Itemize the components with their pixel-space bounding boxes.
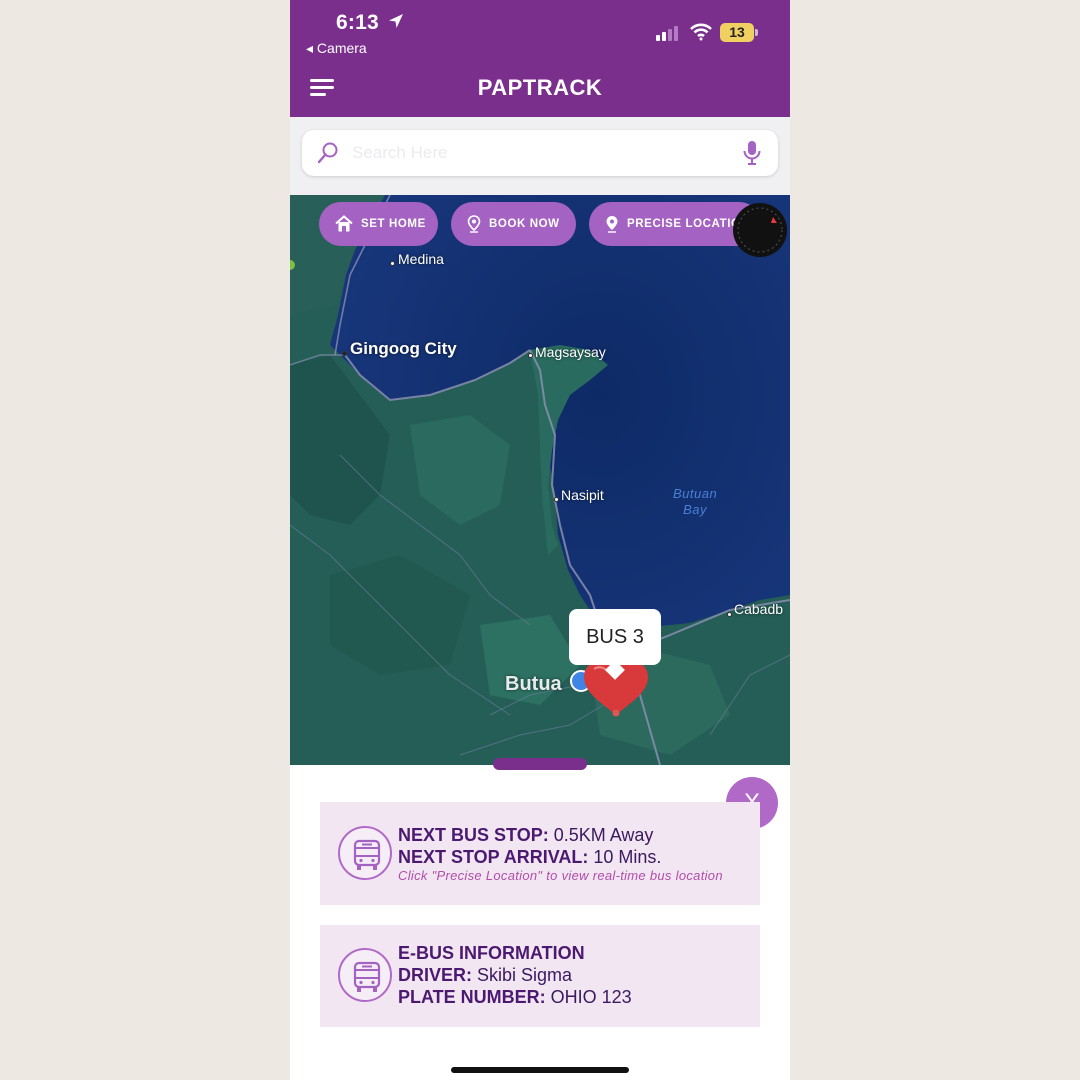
battery-tip [755, 29, 758, 36]
home-indicator[interactable] [451, 1067, 629, 1073]
place-label-butuan-bay: Butuan Bay [673, 486, 717, 518]
next-stop-card: NEXT BUS STOP: 0.5KM Away NEXT STOP ARRI… [320, 802, 760, 905]
place-label-nasipit: Nasipit [561, 487, 604, 503]
map-view[interactable]: SET HOME BOOK NOW PRECISE LOCATION Medin… [290, 195, 790, 765]
book-now-label: BOOK NOW [489, 218, 560, 230]
place-label-gingoog: Gingoog City [350, 339, 457, 358]
plate-number-line: PLATE NUMBER: OHIO 123 [398, 987, 632, 1008]
bus-icon [338, 826, 392, 880]
next-stop-arrival-line: NEXT STOP ARRIVAL: 10 Mins. [398, 847, 661, 868]
search-bar[interactable] [302, 130, 778, 176]
next-bus-stop-label: NEXT BUS STOP: [398, 825, 549, 845]
place-label-cabadbaran: Cabadb [734, 601, 784, 617]
bay-label-line2: Bay [683, 502, 708, 517]
status-time: 6:13 [336, 11, 379, 34]
place-label-butuan: Butua [505, 673, 562, 695]
microphone-icon[interactable] [742, 140, 762, 166]
app-title: PAPTRACK [477, 75, 603, 100]
bottom-sheet-handle[interactable] [493, 758, 587, 770]
precise-location-label: PRECISE LOCATION [627, 218, 750, 230]
next-stop-arrival-label: NEXT STOP ARRIVAL: [398, 847, 589, 867]
pin-icon [467, 215, 481, 233]
set-home-label: SET HOME [361, 218, 426, 230]
search-area [290, 117, 790, 195]
driver-value: Skibi Sigma [472, 965, 573, 985]
set-home-button[interactable]: SET HOME [319, 202, 438, 246]
back-to-camera-link[interactable]: ◂ Camera [306, 40, 367, 57]
medina-marker [390, 261, 395, 266]
phone-screen: 6:13 ◂ Camera 13 PAPTRACK Search Here SE… [290, 0, 790, 1080]
location-pin-icon [606, 216, 618, 233]
cellular-signal-icon [656, 26, 678, 41]
search-icon [317, 142, 338, 164]
plate-number-label: PLATE NUMBER: [398, 987, 546, 1007]
plate-number-value: OHIO 123 [545, 987, 632, 1007]
bay-label-line1: Butuan [673, 486, 718, 501]
nasipit-marker [554, 497, 559, 502]
place-label-magsaysay: Magsaysay [535, 344, 606, 360]
driver-label: DRIVER: [398, 965, 473, 985]
next-stop-arrival-value: 10 Mins. [588, 847, 662, 867]
home-icon [335, 215, 353, 232]
place-label-medina: Medina [398, 251, 444, 267]
battery-indicator: 13 [720, 23, 754, 42]
next-bus-stop-line: NEXT BUS STOP: 0.5KM Away [398, 825, 653, 846]
wifi-icon [690, 23, 712, 41]
location-arrow-icon [389, 14, 403, 28]
driver-line: DRIVER: Skibi Sigma [398, 965, 572, 986]
bus-info-card: E-BUS INFORMATION DRIVER: Skibi Sigma PL… [320, 925, 760, 1027]
bus-icon [338, 948, 392, 1002]
precise-location-hint: Click "Precise Location" to view real-ti… [398, 868, 723, 883]
compass-icon[interactable] [733, 203, 787, 257]
book-now-button[interactable]: BOOK NOW [451, 202, 576, 246]
app-header: 6:13 ◂ Camera 13 PAPTRACK [290, 0, 790, 117]
next-bus-stop-value: 0.5KM Away [548, 825, 654, 845]
search-input[interactable] [352, 138, 722, 168]
bus-callout[interactable]: BUS 3 [569, 609, 661, 665]
magsaysay-marker [528, 353, 533, 358]
gingoog-marker [342, 351, 347, 356]
bus-info-title: E-BUS INFORMATION [398, 943, 585, 963]
cabadbaran-marker [727, 612, 732, 617]
